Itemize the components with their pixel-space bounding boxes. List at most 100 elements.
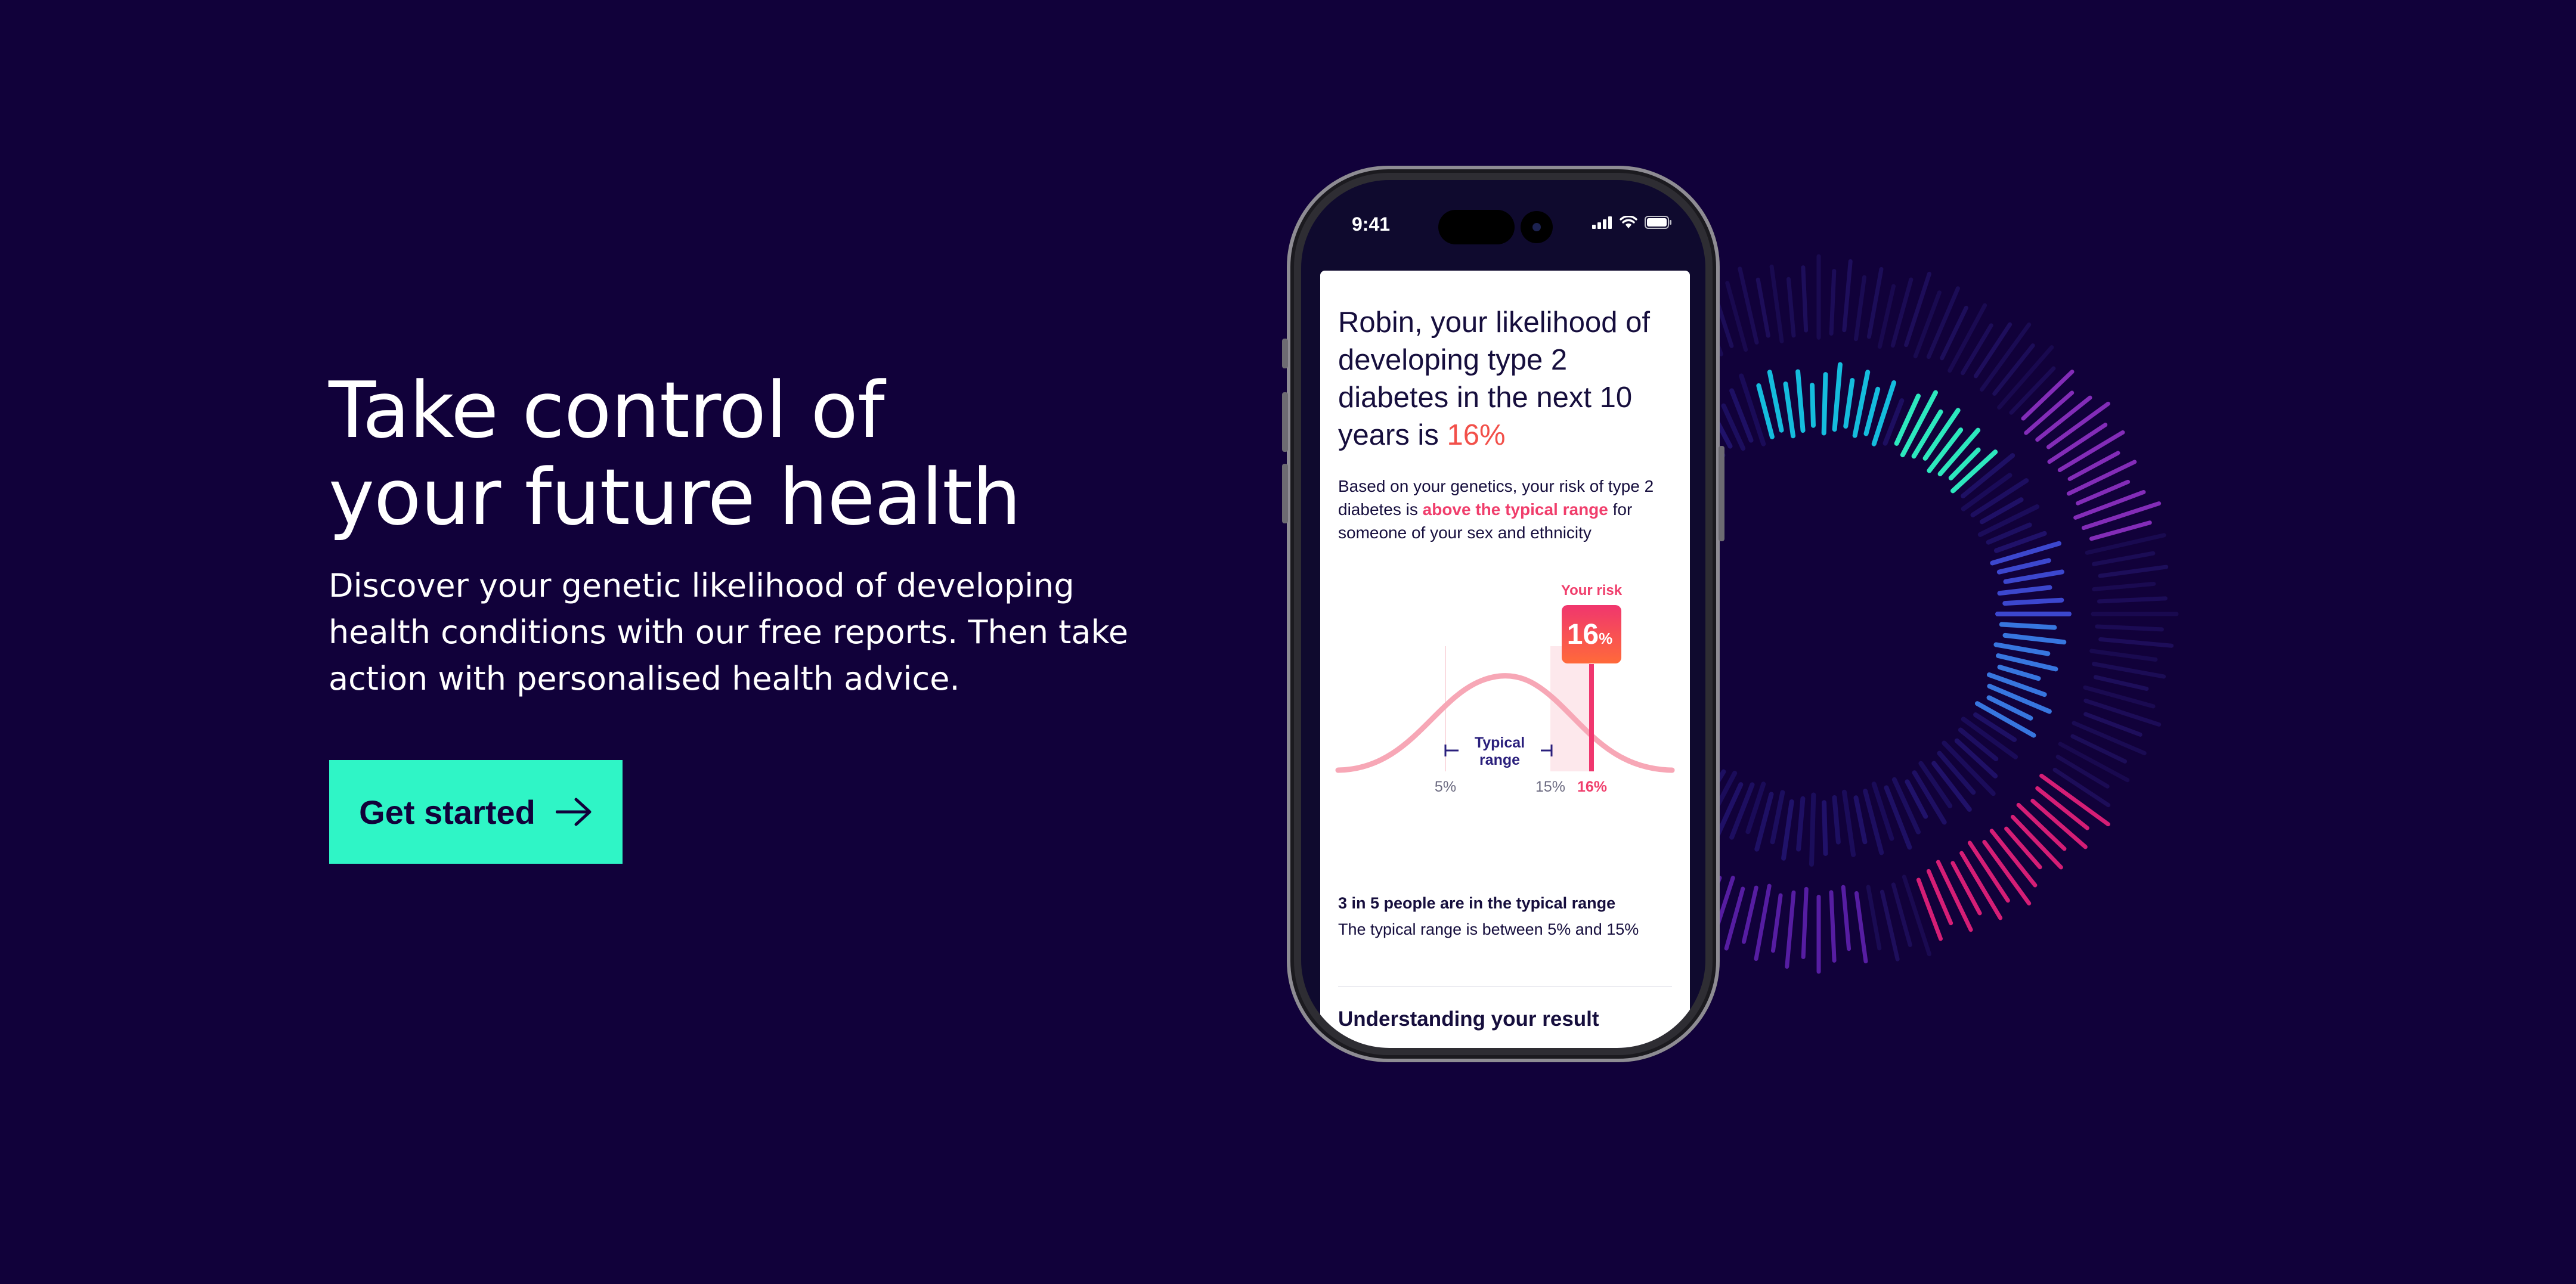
ring-segment bbox=[1997, 665, 2041, 681]
get-started-label: Get started bbox=[359, 793, 535, 831]
ring-segment bbox=[2052, 767, 2111, 808]
hero-subtext-line-3: action with personalised health advice. bbox=[329, 660, 960, 697]
ring-segment bbox=[1997, 585, 2052, 596]
ring-segment bbox=[1770, 893, 1783, 953]
arrow-right-icon bbox=[555, 798, 592, 826]
typical-range-label-1: Typical bbox=[1475, 734, 1525, 751]
ring-segment bbox=[1926, 286, 1960, 359]
ring-segment bbox=[1841, 789, 1856, 857]
phone-volume-up-button bbox=[1282, 392, 1288, 452]
ring-segment bbox=[1809, 792, 1816, 867]
typical-range-label-2: range bbox=[1479, 752, 1520, 768]
ring-segment bbox=[1948, 303, 1987, 373]
phone-mockup: 9:41 Robin, your likelihood of developin… bbox=[1282, 166, 1724, 1062]
ring-segment bbox=[1842, 259, 1853, 333]
phone-screen: 9:41 Robin, your likelihood of developin… bbox=[1301, 180, 1705, 1048]
ring-segment bbox=[2066, 460, 2137, 496]
wifi-icon bbox=[1620, 216, 1637, 228]
ring-segment bbox=[2024, 390, 2075, 435]
ring-segment bbox=[1911, 409, 1943, 459]
report-card[interactable]: Robin, your likelihood of developing typ… bbox=[1320, 271, 1690, 1048]
ring-segment bbox=[1801, 265, 1809, 333]
ring-segment bbox=[1801, 886, 1809, 959]
ring-segment bbox=[2002, 597, 2064, 606]
ring-segment bbox=[1853, 795, 1868, 845]
ring-segment bbox=[2098, 637, 2174, 648]
ring-segment bbox=[1891, 777, 1921, 835]
ring-segment bbox=[2089, 649, 2158, 662]
tick-label-high: 15% bbox=[1535, 779, 1565, 795]
ring-segment bbox=[2098, 565, 2169, 578]
ring-segment bbox=[1829, 890, 1837, 963]
above-typical-shade bbox=[1550, 646, 1591, 771]
ring-segment bbox=[1853, 275, 1867, 342]
ring-segment bbox=[1987, 684, 2052, 714]
ring-segment bbox=[2047, 423, 2108, 464]
hero-subtext: Discover your genetic likelihood of deve… bbox=[329, 563, 1151, 702]
ring-segment bbox=[1958, 727, 1999, 762]
ring-segment bbox=[1854, 891, 1868, 964]
ring-segment bbox=[1973, 322, 2012, 379]
report-title: Robin, your likelihood of developing typ… bbox=[1338, 304, 1678, 454]
ring-segment bbox=[2055, 755, 2110, 789]
ring-segment bbox=[1999, 622, 2057, 630]
hero-headline: Take control of your future health bbox=[329, 367, 1163, 541]
ring-segment bbox=[1912, 770, 1947, 825]
ring-segment bbox=[1785, 890, 1796, 969]
your-risk-label: Your risk bbox=[1561, 582, 1623, 598]
user-risk-line bbox=[1589, 664, 1594, 771]
ring-segment bbox=[2009, 366, 2056, 415]
phone-action-button bbox=[1282, 339, 1288, 368]
ring-segment bbox=[1954, 738, 1998, 779]
ring-segment bbox=[1996, 558, 2051, 575]
hero-subtext-line-2: health conditions with our free reports.… bbox=[329, 613, 1129, 651]
signal-icon bbox=[1592, 216, 1612, 229]
ring-segment bbox=[1796, 796, 1806, 852]
understanding-result-heading[interactable]: Understanding your result bbox=[1338, 1007, 1599, 1031]
ring-segment bbox=[1767, 370, 1784, 433]
ring-segment bbox=[1829, 269, 1837, 336]
ring-segment bbox=[2089, 520, 2152, 541]
ring-segment bbox=[1832, 362, 1843, 432]
typical-range-stat: 3 in 5 people are in the typical range bbox=[1338, 894, 1616, 912]
report-title-risk-value: 16% bbox=[1447, 419, 1506, 451]
ring-segment bbox=[2002, 632, 2067, 645]
ring-segment bbox=[1927, 427, 1964, 473]
hero-headline-line-1: Take control of bbox=[329, 365, 885, 455]
ring-segment bbox=[1937, 750, 1976, 795]
ring-segment bbox=[1769, 264, 1784, 343]
ring-segment bbox=[2057, 430, 2125, 472]
status-icons bbox=[1592, 216, 1672, 229]
report-body-highlight: above the typical range bbox=[1422, 500, 1608, 519]
front-camera bbox=[1521, 211, 1553, 243]
ring-segment bbox=[1810, 383, 1816, 428]
ring-segment bbox=[1918, 761, 1953, 808]
ring-segment bbox=[1866, 885, 1882, 951]
ring-segment bbox=[1961, 323, 1993, 376]
tick-label-low: 5% bbox=[1435, 779, 1456, 795]
report-body: Based on your genetics, your risk of typ… bbox=[1338, 474, 1678, 544]
ring-segment bbox=[1992, 343, 2035, 396]
ring-segment bbox=[2093, 675, 2149, 691]
ring-segment bbox=[1832, 795, 1841, 845]
ring-segment bbox=[1724, 886, 1745, 951]
user-risk-badge-unit: % bbox=[1599, 629, 1612, 647]
tick-label-user: 16% bbox=[1577, 779, 1607, 795]
ring-segment bbox=[1786, 277, 1796, 338]
ring-segment bbox=[1936, 860, 1973, 932]
ring-segment bbox=[1754, 883, 1772, 962]
ring-segment bbox=[2092, 581, 2156, 591]
ring-segment bbox=[1880, 889, 1900, 962]
ring-segment bbox=[1795, 369, 1806, 433]
phone-power-button bbox=[1719, 446, 1724, 541]
ring-segment bbox=[1783, 381, 1796, 439]
ring-segment bbox=[1841, 885, 1852, 951]
ring-segment bbox=[1755, 277, 1770, 338]
user-risk-badge-value: 16 bbox=[1567, 619, 1599, 650]
ring-segment bbox=[1843, 378, 1855, 429]
ring-segment bbox=[1950, 861, 1982, 916]
dynamic-island bbox=[1438, 210, 1515, 244]
hero-headline-line-2: your future health bbox=[329, 452, 1021, 542]
ring-segment bbox=[1822, 800, 1828, 856]
get-started-button[interactable]: Get started bbox=[329, 760, 623, 864]
